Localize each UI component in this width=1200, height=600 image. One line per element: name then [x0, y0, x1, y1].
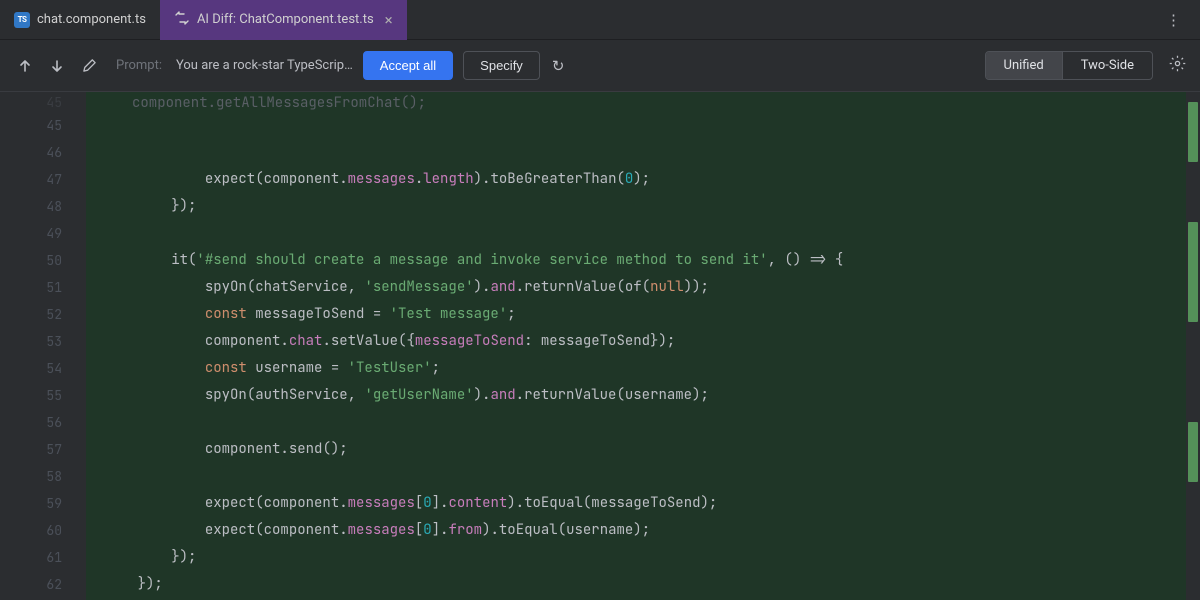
line-number: 55 — [0, 382, 86, 409]
code-line: const messageToSend = 'Test message'; — [86, 301, 1200, 328]
code-line: }); — [86, 193, 1200, 220]
line-number: 48 — [0, 193, 86, 220]
prompt-text[interactable]: You are a rock-star TypeScrip… — [176, 58, 353, 73]
code-line: spyOn(chatService, 'sendMessage').and.re… — [86, 274, 1200, 301]
code-line: }); — [86, 544, 1200, 571]
diff-toolbar: Prompt: You are a rock-star TypeScrip… A… — [0, 40, 1200, 92]
overview-ruler[interactable] — [1186, 92, 1200, 600]
line-gutter: 45 454647484950515253545556575859606162 — [0, 92, 86, 600]
line-number: 60 — [0, 517, 86, 544]
diff-marker[interactable] — [1188, 422, 1198, 482]
line-number: 61 — [0, 544, 86, 571]
code-line — [86, 463, 1200, 490]
prev-diff-button[interactable] — [14, 55, 36, 77]
line-number: 50 — [0, 247, 86, 274]
code-line — [86, 139, 1200, 166]
line-number: 57 — [0, 436, 86, 463]
tab-diff-label: AI Diff: ChatComponent.test.ts — [197, 12, 374, 27]
code-line — [86, 112, 1200, 139]
line-number: 59 — [0, 490, 86, 517]
line-number: 52 — [0, 301, 86, 328]
line-number: 45 — [0, 112, 86, 139]
code-line: it('#send should create a message and in… — [86, 247, 1200, 274]
code-line: const username = 'TestUser'; — [86, 355, 1200, 382]
tab-bar: TS chat.component.ts AI Diff: ChatCompon… — [0, 0, 1200, 40]
line-number: 62 — [0, 571, 86, 598]
view-mode-toggle: Unified Two-Side — [985, 51, 1153, 80]
view-two-side[interactable]: Two-Side — [1062, 52, 1152, 79]
diff-marker[interactable] — [1188, 102, 1198, 162]
code-line: component.chat.setValue({messageToSend: … — [86, 328, 1200, 355]
typescript-file-icon: TS — [14, 12, 30, 28]
code-line — [86, 409, 1200, 436]
line-number: 53 — [0, 328, 86, 355]
next-diff-button[interactable] — [46, 55, 68, 77]
diff-marker[interactable] — [1188, 222, 1198, 322]
diff-icon — [174, 10, 190, 30]
close-icon[interactable]: × — [385, 11, 393, 29]
code-line: expect(component.messages[0].content).to… — [86, 490, 1200, 517]
view-unified[interactable]: Unified — [986, 52, 1062, 79]
editor: 45 454647484950515253545556575859606162 … — [0, 92, 1200, 600]
code-truncated: component.getAllMessagesFromChat(); — [86, 94, 1200, 112]
tab-file-label: chat.component.ts — [37, 12, 146, 27]
code-line: component.send(); — [86, 436, 1200, 463]
line-number: 47 — [0, 166, 86, 193]
specify-button[interactable]: Specify — [463, 51, 540, 80]
line-number: 58 — [0, 463, 86, 490]
code-line: expect(component.messages[0].from).toEqu… — [86, 517, 1200, 544]
edit-icon[interactable] — [78, 55, 100, 77]
accept-all-button[interactable]: Accept all — [363, 51, 453, 80]
line-number: 54 — [0, 355, 86, 382]
line-number: 56 — [0, 409, 86, 436]
reload-icon[interactable]: ↻ — [552, 57, 565, 75]
line-number: 45 — [0, 94, 86, 112]
line-number: 51 — [0, 274, 86, 301]
tab-overflow-menu[interactable]: ⋮ — [1148, 11, 1200, 29]
line-number: 46 — [0, 139, 86, 166]
code-line: spyOn(authService, 'getUserName').and.re… — [86, 382, 1200, 409]
prompt-label: Prompt: — [116, 58, 162, 73]
tab-file[interactable]: TS chat.component.ts — [0, 0, 160, 40]
code-line: expect(component.messages.length).toBeGr… — [86, 166, 1200, 193]
tab-ai-diff[interactable]: AI Diff: ChatComponent.test.ts × — [160, 0, 407, 40]
settings-icon[interactable] — [1169, 55, 1186, 76]
code-line: }); — [86, 571, 1200, 598]
code-line — [86, 220, 1200, 247]
line-number: 49 — [0, 220, 86, 247]
code-area[interactable]: component.getAllMessagesFromChat(); expe… — [86, 92, 1200, 600]
